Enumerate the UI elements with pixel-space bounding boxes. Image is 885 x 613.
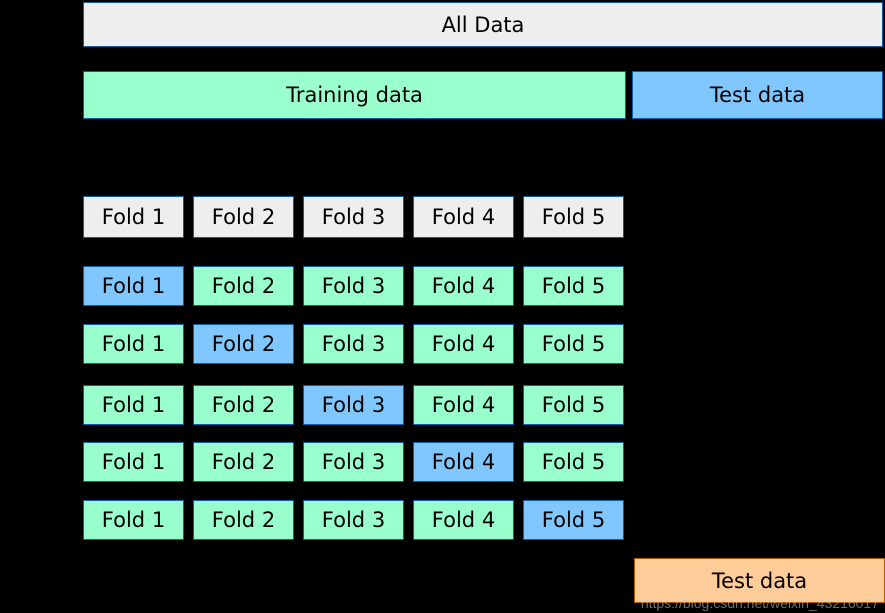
fold-header-label: Fold 3 <box>322 205 385 229</box>
fold-cell-train: Fold 2 <box>193 266 294 306</box>
fold-cell-train: Fold 1 <box>83 324 184 364</box>
fold-cell-train: Fold 4 <box>413 500 514 540</box>
fold-cell-label: Fold 4 <box>432 450 495 474</box>
fold-cell-label: Fold 4 <box>432 508 495 532</box>
fold-cell-label: Fold 5 <box>542 450 605 474</box>
fold-cell-label: Fold 5 <box>542 274 605 298</box>
fold-cell-label: Fold 1 <box>102 332 165 356</box>
fold-cell-label: Fold 5 <box>542 332 605 356</box>
fold-cell-label: Fold 1 <box>102 508 165 532</box>
fold-cell-train: Fold 5 <box>523 385 624 425</box>
test-data-box: Test data <box>632 71 883 119</box>
fold-header-label: Fold 1 <box>102 205 165 229</box>
fold-cell-label: Fold 2 <box>212 508 275 532</box>
fold-header-label: Fold 5 <box>542 205 605 229</box>
fold-cell-train: Fold 5 <box>523 324 624 364</box>
fold-cell-val: Fold 5 <box>523 500 624 540</box>
fold-cell-val: Fold 4 <box>413 442 514 482</box>
fold-cell-train: Fold 2 <box>193 385 294 425</box>
fold-cell-label: Fold 1 <box>102 274 165 298</box>
fold-cell-train: Fold 3 <box>303 442 404 482</box>
test-data-label: Test data <box>710 83 805 107</box>
fold-cell-train: Fold 4 <box>413 385 514 425</box>
fold-cell-train: Fold 2 <box>193 442 294 482</box>
fold-cell-train: Fold 1 <box>83 500 184 540</box>
fold-cell-label: Fold 3 <box>322 508 385 532</box>
all-data-label: All Data <box>442 13 525 37</box>
fold-cell-train: Fold 3 <box>303 500 404 540</box>
fold-cell-label: Fold 1 <box>102 393 165 417</box>
fold-cell-label: Fold 2 <box>212 393 275 417</box>
fold-cell-label: Fold 4 <box>432 393 495 417</box>
fold-header-cell: Fold 3 <box>303 196 404 238</box>
fold-cell-label: Fold 1 <box>102 450 165 474</box>
fold-cell-label: Fold 2 <box>212 274 275 298</box>
training-data-label: Training data <box>286 83 423 107</box>
fold-header-cell: Fold 4 <box>413 196 514 238</box>
training-data-box: Training data <box>83 71 626 119</box>
fold-cell-val: Fold 1 <box>83 266 184 306</box>
all-data-box: All Data <box>83 2 883 47</box>
watermark-text: https://blog.csdn.net/weixin_43216017 <box>641 595 879 611</box>
fold-cell-val: Fold 3 <box>303 385 404 425</box>
fold-cell-label: Fold 5 <box>542 393 605 417</box>
fold-cell-val: Fold 2 <box>193 324 294 364</box>
fold-header-label: Fold 2 <box>212 205 275 229</box>
fold-header-cell: Fold 1 <box>83 196 184 238</box>
fold-cell-label: Fold 2 <box>212 450 275 474</box>
fold-cell-label: Fold 4 <box>432 274 495 298</box>
fold-cell-train: Fold 1 <box>83 442 184 482</box>
fold-cell-label: Fold 4 <box>432 332 495 356</box>
fold-cell-label: Fold 3 <box>322 274 385 298</box>
fold-cell-train: Fold 1 <box>83 385 184 425</box>
fold-cell-label: Fold 3 <box>322 393 385 417</box>
final-test-data-label: Test data <box>712 569 807 593</box>
fold-cell-label: Fold 3 <box>322 450 385 474</box>
fold-header-cell: Fold 2 <box>193 196 294 238</box>
fold-cell-train: Fold 5 <box>523 442 624 482</box>
fold-cell-label: Fold 3 <box>322 332 385 356</box>
fold-header-cell: Fold 5 <box>523 196 624 238</box>
fold-cell-train: Fold 4 <box>413 266 514 306</box>
fold-cell-train: Fold 2 <box>193 500 294 540</box>
fold-cell-train: Fold 3 <box>303 266 404 306</box>
fold-cell-train: Fold 4 <box>413 324 514 364</box>
fold-cell-label: Fold 5 <box>542 508 605 532</box>
fold-header-label: Fold 4 <box>432 205 495 229</box>
fold-cell-label: Fold 2 <box>212 332 275 356</box>
fold-cell-train: Fold 5 <box>523 266 624 306</box>
fold-cell-train: Fold 3 <box>303 324 404 364</box>
